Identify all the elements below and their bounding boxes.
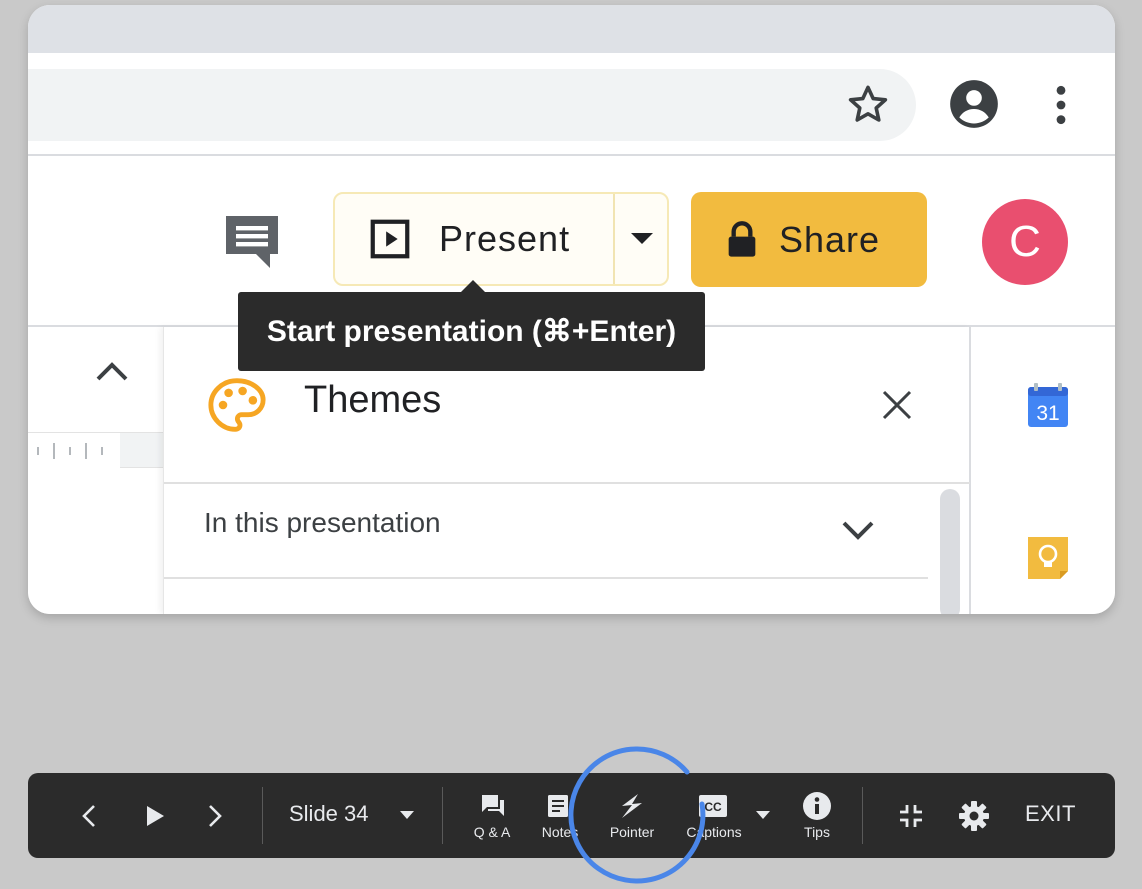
play-icon[interactable] [144,803,166,829]
qa-icon[interactable] [480,793,506,819]
toolbar-separator [442,787,443,844]
slide-number-selector[interactable]: Slide 34 [289,801,369,827]
bookmark-star-icon[interactable] [844,81,892,129]
tips-label: Tips [804,824,830,840]
present-options-dropdown[interactable] [615,194,669,284]
slideshow-icon [370,219,410,259]
palette-icon [208,378,266,432]
exit-fullscreen-icon[interactable] [898,803,924,829]
themes-title: Themes [304,379,442,421]
toolbar-separator [862,787,863,844]
present-button[interactable]: Present [335,194,613,284]
browser-menu-icon[interactable] [1044,83,1078,127]
themes-header-divider [164,482,970,484]
toolbar-separator [262,787,263,844]
info-icon[interactable] [802,791,832,821]
exit-button[interactable]: EXIT [1025,801,1076,827]
browser-tab-strip [28,5,1115,53]
pointer-highlight-ring [568,746,706,884]
section-divider [164,577,928,579]
themes-scrollbar[interactable] [940,489,960,614]
browser-toolbar [28,53,1115,156]
start-presentation-tooltip: Start presentation (⌘+Enter) [238,292,705,371]
previous-slide-icon[interactable] [80,803,98,829]
gear-icon[interactable] [958,800,990,832]
collapse-caret-icon[interactable] [92,357,132,387]
close-icon[interactable] [879,387,915,423]
dropdown-arrow-icon [631,233,653,244]
account-icon[interactable] [948,78,1000,130]
calendar-icon[interactable]: 31 [1026,383,1070,429]
calendar-day: 31 [1036,402,1059,425]
lock-icon [728,220,756,257]
in-this-presentation-label[interactable]: In this presentation [204,507,441,539]
ruler-ticks [37,443,103,459]
captions-dropdown-arrow-icon[interactable] [756,811,770,819]
user-avatar[interactable]: C [982,199,1068,285]
chevron-down-icon[interactable] [840,517,876,543]
address-bar[interactable] [28,69,916,141]
next-slide-icon[interactable] [206,803,224,829]
slide-dropdown-arrow-icon[interactable] [400,811,414,819]
share-label: Share [779,218,881,260]
qa-label: Q & A [473,824,511,840]
comment-history-icon[interactable] [222,210,282,272]
present-label: Present [439,218,571,259]
share-button[interactable]: Share [691,192,927,287]
ruler [28,432,163,469]
keep-icon[interactable] [1026,535,1070,581]
present-button-group: Present [333,192,669,286]
